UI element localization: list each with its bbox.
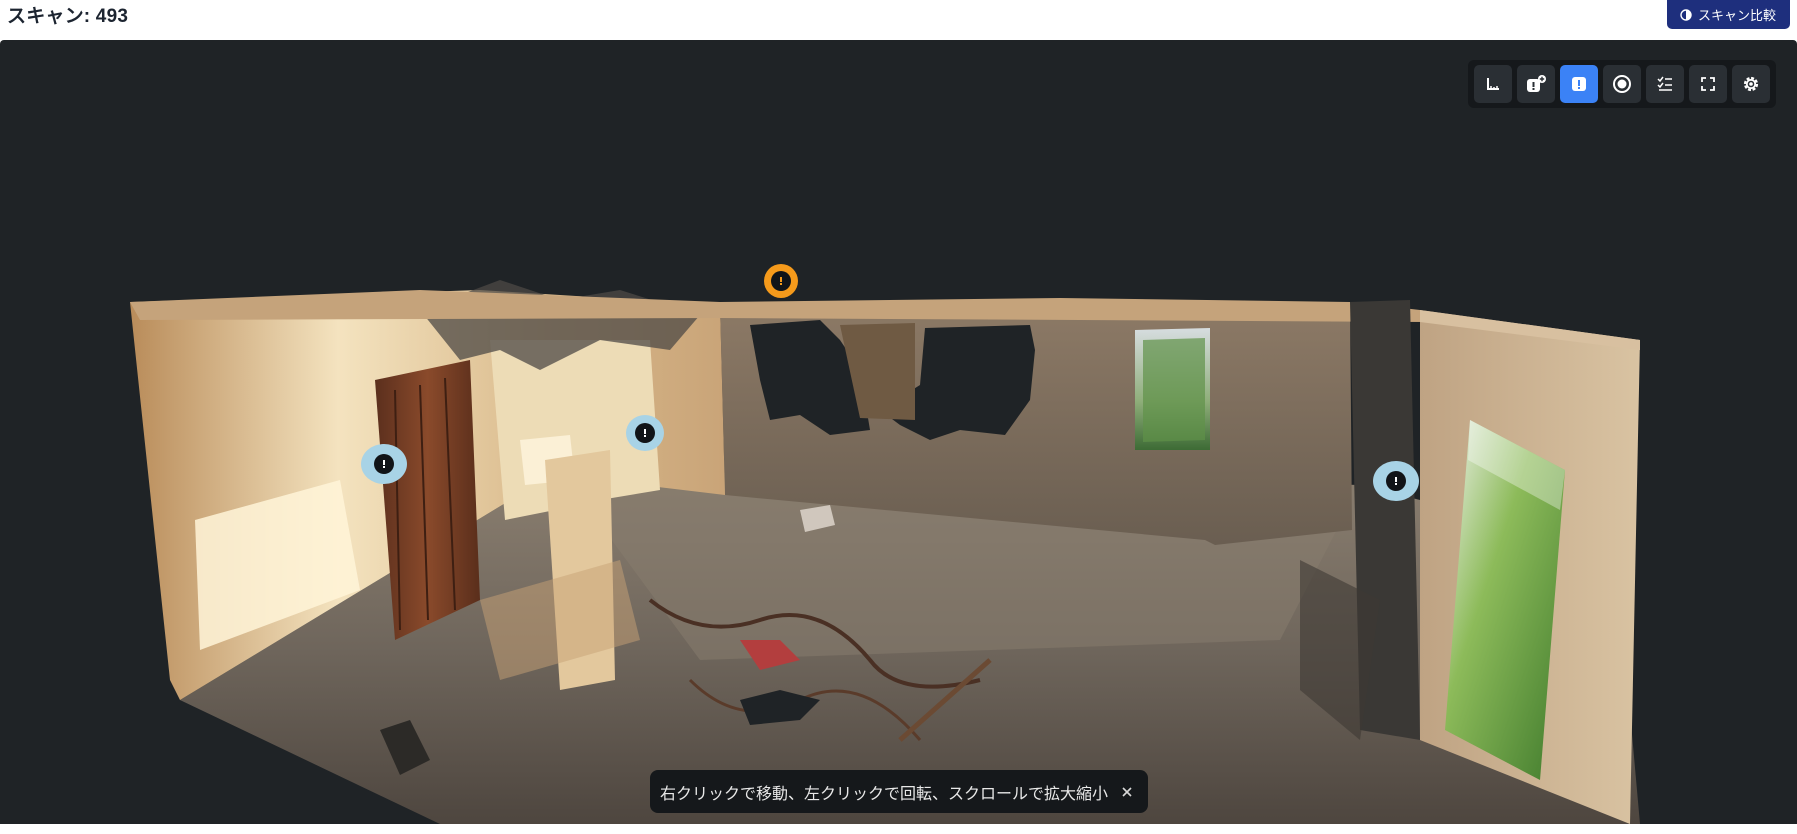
scan-3d-model[interactable] <box>0 40 1797 824</box>
add-issue-button[interactable] <box>1517 65 1555 103</box>
3d-viewer[interactable]: 右クリックで移動、左クリックで回転、スクロールで拡大縮小 <box>0 40 1797 824</box>
scan-compare-label: スキャン比較 <box>1697 8 1776 23</box>
gear-icon <box>1741 74 1761 94</box>
close-icon[interactable] <box>1120 785 1134 799</box>
fullscreen-button[interactable] <box>1689 65 1727 103</box>
checklist-button[interactable] <box>1646 65 1684 103</box>
issue-icon <box>771 271 791 291</box>
measure-tool-button[interactable] <box>1474 65 1512 103</box>
page-title: スキャン: 493 <box>7 6 129 27</box>
issue-icon <box>1386 471 1406 491</box>
issue-marker[interactable] <box>361 444 407 484</box>
ruler-icon <box>1484 75 1502 93</box>
navigation-hint-text: 右クリックで移動、左クリックで回転、スクロールで拡大縮小 <box>660 785 1109 803</box>
issue-marker-highlighted[interactable] <box>764 264 798 298</box>
issue-icon <box>1570 75 1588 93</box>
navigation-hint: 右クリックで移動、左クリックで回転、スクロールで拡大縮小 <box>650 770 1149 813</box>
issue-add-icon <box>1525 74 1547 94</box>
points-button[interactable] <box>1603 65 1641 103</box>
half-circle-icon <box>1680 8 1692 21</box>
show-issues-button[interactable] <box>1560 65 1598 103</box>
issue-marker[interactable] <box>626 415 664 451</box>
issue-marker[interactable] <box>1373 461 1419 501</box>
fullscreen-icon <box>1700 76 1716 92</box>
issue-icon <box>374 454 394 474</box>
top-bar: スキャン: 493 スキャン比較 <box>0 0 1797 40</box>
viewer-toolbar <box>1468 60 1776 108</box>
settings-button[interactable] <box>1732 65 1770 103</box>
checklist-icon <box>1656 75 1674 93</box>
issue-icon <box>635 423 655 443</box>
scan-compare-button[interactable]: スキャン比較 <box>1666 0 1790 29</box>
page-footer <box>0 824 1797 834</box>
target-icon <box>1612 74 1632 94</box>
